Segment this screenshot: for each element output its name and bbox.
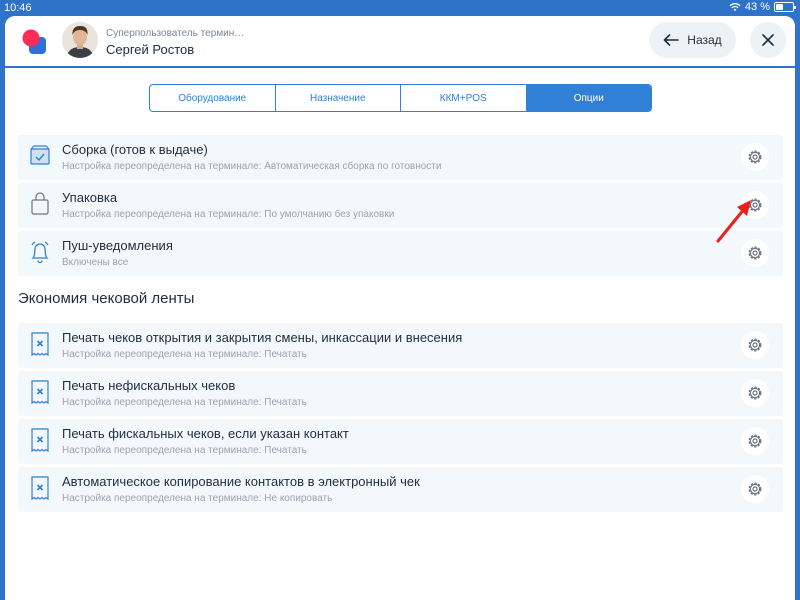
receipt-row-copy-contacts[interactable]: Автоматическое копирование контактов в э…	[18, 467, 783, 512]
option-title: Упаковка	[62, 190, 118, 205]
option-title: Печать фискальных чеков, если указан кон…	[62, 426, 349, 441]
close-icon	[762, 34, 774, 46]
receipt-icon	[31, 428, 49, 453]
option-subtitle: Включены все	[62, 257, 129, 268]
close-button[interactable]	[750, 22, 786, 58]
gear-icon	[748, 482, 762, 496]
gear-icon	[748, 246, 762, 260]
option-row-push[interactable]: Пуш-уведомления Включены все	[18, 231, 783, 276]
avatar	[62, 22, 98, 58]
tab-assignment[interactable]: Назначение	[276, 85, 401, 111]
receipt-icon	[31, 380, 49, 405]
tab-bar: Оборудование Назначение ККМ+POS Опции	[149, 84, 652, 112]
back-button[interactable]: Назад	[649, 22, 736, 58]
option-subtitle: Настройка переопределена на терминале: П…	[62, 445, 307, 456]
tab-options[interactable]: Опции	[526, 85, 651, 111]
user-name: Сергей Ростов	[106, 42, 195, 57]
option-title: Автоматическое копирование контактов в э…	[62, 474, 420, 489]
bell-icon	[31, 241, 49, 264]
receipt-row-shift[interactable]: Печать чеков открытия и закрытия смены, …	[18, 323, 783, 368]
gear-button[interactable]	[741, 379, 769, 407]
option-title: Пуш-уведомления	[62, 238, 173, 253]
gear-icon	[748, 150, 762, 164]
gear-button[interactable]	[741, 331, 769, 359]
option-title: Печать нефискальных чеков	[62, 378, 236, 393]
tab-kkm-pos[interactable]: ККМ+POS	[401, 85, 527, 111]
section-title: Экономия чековой ленты	[18, 290, 195, 307]
gear-button[interactable]	[741, 427, 769, 455]
wifi-icon	[729, 3, 741, 11]
gear-button[interactable]	[741, 475, 769, 503]
receipt-row-nonfiscal[interactable]: Печать нефискальных чеков Настройка пере…	[18, 371, 783, 416]
receipt-icon	[31, 332, 49, 357]
receipt-row-fiscal-contact[interactable]: Печать фискальных чеков, если указан кон…	[18, 419, 783, 464]
battery-percent: 43 %	[744, 1, 770, 13]
settings-panel: Оборудование Назначение ККМ+POS Опции Сб…	[5, 68, 795, 600]
option-row-assembly[interactable]: Сборка (готов к выдаче) Настройка переоп…	[18, 135, 783, 180]
gear-icon	[748, 386, 762, 400]
bag-icon	[31, 192, 49, 215]
red-arrow-pointer	[716, 200, 751, 243]
back-label: Назад	[687, 33, 722, 47]
receipt-icon	[31, 476, 49, 501]
option-subtitle: Настройка переопределена на терминале: Н…	[62, 493, 333, 504]
option-subtitle: Настройка переопределена на терминале: П…	[62, 209, 395, 220]
status-time: 10:46	[4, 2, 32, 14]
option-title: Печать чеков открытия и закрытия смены, …	[62, 330, 463, 345]
option-subtitle: Настройка переопределена на терминале: П…	[62, 349, 307, 360]
user-role: Суперпользователь термин…	[106, 28, 245, 39]
app-logo	[22, 29, 46, 54]
header: Суперпользователь термин… Сергей Ростов …	[5, 16, 795, 66]
box-icon	[30, 145, 50, 165]
battery-icon	[774, 2, 796, 12]
tab-equipment[interactable]: Оборудование	[150, 85, 276, 111]
status-bar: 10:46 43 %	[0, 0, 800, 16]
option-row-packaging[interactable]: Упаковка Настройка переопределена на тер…	[18, 183, 783, 228]
gear-button[interactable]	[741, 143, 769, 171]
arrow-left-icon	[663, 34, 680, 46]
option-title: Сборка (готов к выдаче)	[62, 142, 208, 157]
option-subtitle: Настройка переопределена на терминале: П…	[62, 397, 307, 408]
gear-icon	[748, 338, 762, 352]
option-subtitle: Настройка переопределена на терминале: А…	[62, 161, 442, 172]
gear-icon	[748, 434, 762, 448]
